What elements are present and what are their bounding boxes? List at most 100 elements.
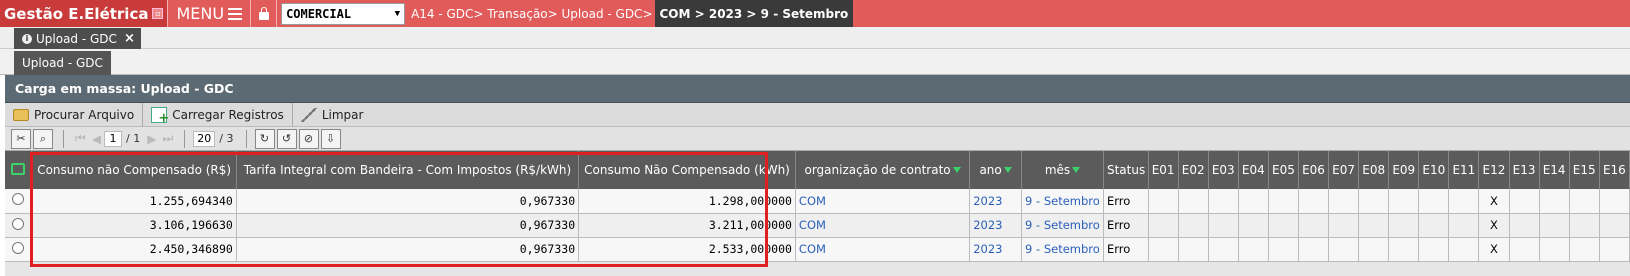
cell-e03 bbox=[1208, 189, 1239, 214]
cell-e06 bbox=[1298, 189, 1330, 214]
page-size-input[interactable]: 20 bbox=[193, 130, 216, 147]
row-radio[interactable] bbox=[12, 193, 25, 206]
cell-e03 bbox=[1208, 213, 1239, 238]
cell-org[interactable]: COM bbox=[795, 189, 971, 214]
divider bbox=[63, 129, 64, 148]
filter-icon[interactable] bbox=[952, 166, 961, 175]
cell-mes[interactable]: 9 - Setembro bbox=[1021, 189, 1104, 214]
search-icon[interactable]: ⌕ bbox=[33, 128, 53, 149]
cell-org[interactable]: COM bbox=[795, 213, 971, 238]
company-select-value: COMERCIAL bbox=[286, 6, 352, 21]
cell-e10 bbox=[1418, 237, 1450, 262]
col-e15[interactable]: E15 bbox=[1569, 151, 1600, 189]
col-e07[interactable]: E07 bbox=[1328, 151, 1360, 189]
row-radio[interactable] bbox=[12, 217, 25, 230]
cell-mes[interactable]: 9 - Setembro bbox=[1021, 237, 1104, 262]
cell-e15 bbox=[1569, 237, 1600, 262]
cell-e07 bbox=[1328, 237, 1360, 262]
col-e09[interactable]: E09 bbox=[1388, 151, 1420, 189]
cell-status: Erro bbox=[1103, 213, 1149, 238]
cell-consumo-nao-comp: 2.450,346890 bbox=[31, 237, 237, 262]
page-size-total: / 3 bbox=[219, 132, 234, 145]
folder-search-icon bbox=[13, 108, 29, 121]
menu-button[interactable]: MENU bbox=[168, 0, 252, 27]
lock-icon bbox=[258, 6, 269, 20]
cell-ano[interactable]: 2023 bbox=[969, 189, 1023, 214]
tab-upload-gdc[interactable]: i Upload - GDC × bbox=[14, 28, 141, 49]
load-records-button[interactable]: Carregar Registros bbox=[143, 102, 293, 127]
subtab-upload-gdc[interactable]: Upload - GDC bbox=[14, 51, 111, 75]
cell-e13 bbox=[1509, 189, 1540, 214]
next-page-icon[interactable]: ▶ bbox=[147, 132, 156, 146]
breadcrumb-current: COM > 2023 > 9 - Setembro bbox=[654, 0, 854, 27]
col-e06[interactable]: E06 bbox=[1298, 151, 1330, 189]
table-row[interactable]: 3.106,196630 0,967330 3.211,000000 COM 2… bbox=[5, 213, 1630, 238]
cell-e14 bbox=[1539, 189, 1570, 214]
chevron-down-icon: ▼ bbox=[394, 8, 401, 19]
col-e02[interactable]: E02 bbox=[1178, 151, 1209, 189]
col-e10[interactable]: E10 bbox=[1418, 151, 1450, 189]
breadcrumb: A14 - GDC> Transação> Upload - GDC> bbox=[411, 0, 652, 27]
col-e14[interactable]: E14 bbox=[1539, 151, 1570, 189]
col-e05[interactable]: E05 bbox=[1268, 151, 1299, 189]
table-row[interactable]: 2.450,346890 0,967330 2.533,000000 COM 2… bbox=[5, 237, 1630, 262]
col-org[interactable]: organização de contrato bbox=[795, 151, 971, 189]
col-e11[interactable]: E11 bbox=[1448, 151, 1480, 189]
cell-e16 bbox=[1599, 189, 1630, 214]
cell-e15 bbox=[1569, 189, 1600, 214]
tools-icon[interactable]: ✂ bbox=[11, 128, 31, 149]
col-e13[interactable]: E13 bbox=[1509, 151, 1540, 189]
row-radio[interactable] bbox=[12, 241, 25, 254]
table-header: Consumo não Compensado (R$) Tarifa Integ… bbox=[5, 151, 1630, 189]
company-select[interactable]: COMERCIAL ▼ bbox=[281, 2, 406, 25]
col-e16[interactable]: E16 bbox=[1599, 151, 1630, 189]
col-ano[interactable]: ano bbox=[969, 151, 1023, 189]
col-mes[interactable]: mês bbox=[1021, 151, 1104, 189]
last-page-icon[interactable]: ⏭ bbox=[162, 131, 173, 146]
cell-ano[interactable]: 2023 bbox=[969, 213, 1023, 238]
close-icon[interactable]: × bbox=[124, 31, 135, 46]
table-row[interactable]: 1.255,694340 0,967330 1.298,000000 COM 2… bbox=[5, 189, 1630, 214]
filter-icon[interactable] bbox=[1072, 166, 1081, 175]
col-mes-label: mês bbox=[1044, 163, 1071, 177]
cell-e01 bbox=[1148, 189, 1179, 214]
add-document-icon bbox=[151, 106, 169, 126]
restore-icon[interactable]: ↺ bbox=[276, 128, 297, 149]
lock-button[interactable] bbox=[251, 0, 278, 27]
search-file-button[interactable]: Procurar Arquivo bbox=[5, 102, 144, 127]
cell-e13 bbox=[1509, 237, 1540, 262]
refresh-icon[interactable]: ↻ bbox=[254, 128, 275, 149]
cell-mes[interactable]: 9 - Setembro bbox=[1021, 213, 1104, 238]
cell-org[interactable]: COM bbox=[795, 237, 971, 262]
col-status[interactable]: Status bbox=[1103, 151, 1149, 189]
cell-e03 bbox=[1208, 237, 1239, 262]
records-table: Consumo não Compensado (R$) Tarifa Integ… bbox=[5, 151, 1630, 262]
menu-label: MENU bbox=[176, 4, 225, 23]
col-e12[interactable]: E12 bbox=[1478, 151, 1510, 189]
col-tarifa[interactable]: Tarifa Integral com Bandeira - Com Impos… bbox=[236, 151, 580, 189]
broom-icon bbox=[300, 107, 317, 122]
prev-page-icon[interactable]: ◀ bbox=[92, 132, 101, 146]
app-title[interactable]: Gestão E.Elétrica ▫ bbox=[0, 0, 169, 27]
page-input[interactable]: 1 bbox=[104, 130, 123, 147]
filter-icon[interactable] bbox=[1003, 166, 1012, 175]
col-e08[interactable]: E08 bbox=[1358, 151, 1390, 189]
filter-clear-icon[interactable]: ⊘ bbox=[298, 128, 319, 149]
col-consumo-nao-comp[interactable]: Consumo não Compensado (R$) bbox=[31, 151, 237, 189]
cell-consumo-kwh: 3.211,000000 bbox=[578, 213, 796, 238]
first-page-icon[interactable]: ⏮ bbox=[75, 131, 86, 146]
col-e03[interactable]: E03 bbox=[1208, 151, 1239, 189]
col-consumo-kwh[interactable]: Consumo Não Compensado (kWh) bbox=[578, 151, 796, 189]
clear-label: Limpar bbox=[321, 107, 364, 122]
column-config-header[interactable] bbox=[5, 151, 33, 189]
export-icon[interactable]: ⇩ bbox=[320, 128, 341, 149]
cell-ano[interactable]: 2023 bbox=[969, 237, 1023, 262]
clear-button[interactable]: Limpar bbox=[293, 103, 372, 127]
col-e04[interactable]: E04 bbox=[1238, 151, 1269, 189]
minimize-icon[interactable]: ▫ bbox=[152, 8, 164, 19]
search-file-label: Procurar Arquivo bbox=[34, 107, 135, 122]
col-e01[interactable]: E01 bbox=[1148, 151, 1179, 189]
page-total: / 1 bbox=[126, 132, 141, 145]
cell-tarifa: 0,967330 bbox=[236, 213, 580, 238]
cell-consumo-nao-comp: 1.255,694340 bbox=[31, 189, 237, 214]
